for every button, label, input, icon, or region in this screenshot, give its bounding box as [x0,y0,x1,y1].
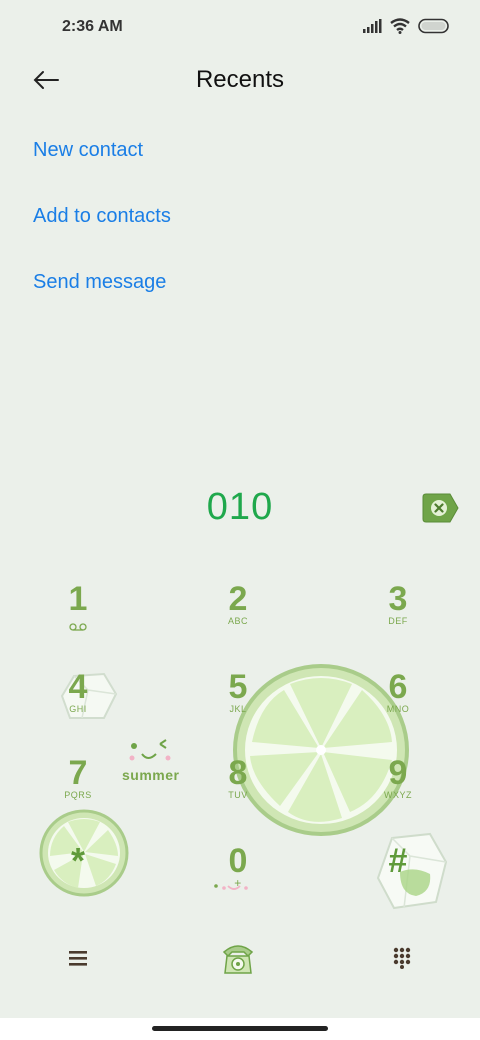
key-4-digit: 4 [68,668,88,706]
battery-icon [418,18,449,34]
dialed-number: 010 [206,486,274,528]
dialpad-toggle-button[interactable] [372,930,432,986]
action-menu: New contact Add to contacts Send message [33,136,171,334]
key-5[interactable]: 5 JKL [178,668,298,748]
menu-button[interactable] [48,930,108,986]
add-to-contacts-link[interactable]: Add to contacts [33,202,171,268]
key-9[interactable]: 9 WXYZ [338,754,458,834]
key-7[interactable]: 7 PQRS [18,754,138,834]
key-star-digit: * [70,840,85,881]
phone-call-icon [222,945,254,974]
delete-button[interactable] [420,490,460,526]
key-9-letters: WXYZ [384,790,412,800]
key-4[interactable]: 4 GHI [18,668,138,748]
key-6[interactable]: 6 MNO [338,668,458,748]
status-bar: 2:36 AM [0,0,480,56]
key-6-digit: 6 [388,668,408,706]
key-5-letters: JKL [229,704,247,714]
new-contact-link[interactable]: New contact [33,136,171,202]
key-8-digit: 8 [228,754,248,792]
key-2[interactable]: 2 ABC [178,580,298,660]
wifi-icon [390,18,410,34]
header: Recents [0,56,480,108]
dialpad-icon [393,947,411,969]
key-3-digit: 3 [388,580,408,618]
key-2-letters: ABC [227,616,248,626]
key-3-letters: DEF [388,616,408,626]
key-4-letters: GHI [69,704,87,714]
voicemail-icon [69,623,87,631]
key-hash[interactable]: # [338,842,458,922]
page-title: Recents [195,66,285,93]
signal-icon [363,19,382,33]
key-8-letters: TUV [228,790,248,800]
key-star[interactable]: * [18,842,138,922]
key-1[interactable]: 1 [18,580,138,660]
status-icons [362,18,450,34]
call-button[interactable] [208,930,268,986]
bottom-action-bar [0,930,480,990]
key-8[interactable]: 8 TUV [178,754,298,834]
key-3[interactable]: 3 DEF [338,580,458,660]
key-6-letters: MNO [386,704,410,714]
key-0[interactable]: 0 + [178,842,298,922]
key-0-letters: + [234,876,242,890]
delete-icon [422,493,459,523]
key-1-digit: 1 [68,580,88,618]
key-7-letters: PQRS [64,790,92,800]
send-message-link[interactable]: Send message [33,268,171,334]
key-2-digit: 2 [228,580,248,618]
key-9-digit: 9 [388,754,408,792]
status-time: 2:36 AM [62,18,123,35]
menu-icon [69,951,87,966]
key-7-digit: 7 [68,754,88,792]
key-5-digit: 5 [228,668,248,706]
home-indicator[interactable] [152,1026,328,1031]
key-hash-digit: # [388,842,408,880]
key-0-digit: 0 [228,842,248,880]
